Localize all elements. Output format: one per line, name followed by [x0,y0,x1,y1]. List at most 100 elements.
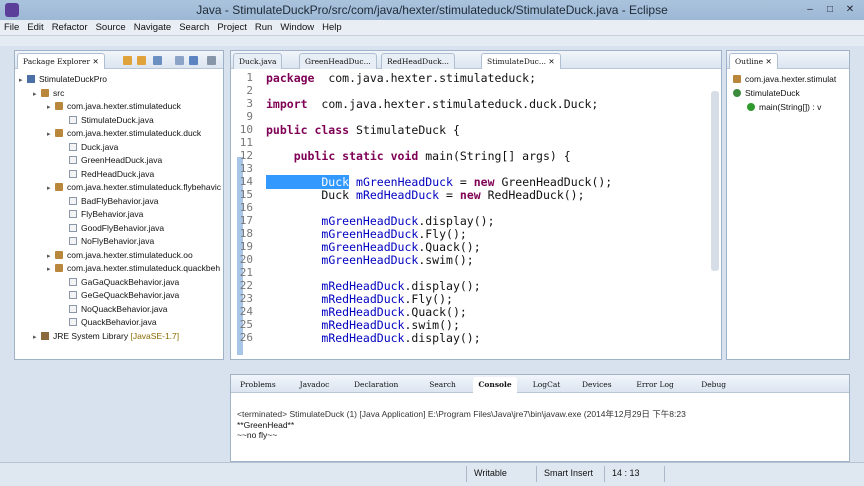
code-token: mRedHeadDuck [321,279,405,293]
java-file-icon [69,169,77,178]
minimize-icon[interactable]: – [802,3,818,16]
outline-item[interactable]: com.java.hexter.stimulat [733,73,836,87]
status-bar: Writable Smart Insert 14 : 13 [0,462,864,486]
title-bar: Java - StimulateDuckPro/src/com/java/hex… [0,0,864,20]
bottom-tab-console[interactable]: Console [473,377,517,393]
bottom-tab-error-log[interactable]: Error Log [631,377,678,393]
tree-item[interactable]: GoodFlyBehavior.java [61,222,164,236]
tree-item[interactable]: ▸ com.java.hexter.stimulateduck.oo [47,249,193,263]
code-editor[interactable]: 1 package com.java.hexter.stimulateduck; 2… [231,69,721,359]
code-token: .display(); [404,331,481,345]
expand-arrow-icon[interactable]: ▸ [47,101,55,115]
menu-help[interactable]: Help [318,20,346,36]
tree-item[interactable]: BadFlyBehavior.java [61,195,159,209]
menu-window[interactable]: Window [276,20,318,36]
outline-item[interactable]: main(String[]) : v [747,101,821,115]
code-line: public static void main(String[] args) { [266,149,571,163]
expand-arrow-icon[interactable]: ▸ [47,250,55,264]
expand-arrow-icon[interactable]: ▸ [47,263,55,277]
tree-item-label: src [53,87,65,98]
tab-package-explorer[interactable]: Package Explorer ✕ [17,53,105,69]
expand-arrow-icon[interactable]: ▸ [19,74,27,88]
code-token: com.java.hexter.stimulateduck.duck.Duck; [307,97,599,111]
bottom-tab-label: Devices [582,380,612,389]
expand-arrow-icon[interactable]: ▸ [47,128,55,142]
tree-item-label: Duck.java [81,141,119,152]
code-token: .Quack(); [418,240,481,254]
tree-item[interactable]: ▸ com.java.hexter.stimulateduck [47,100,181,114]
close-icon[interactable]: ✕ [842,3,858,16]
code-token: RedHeadDuck(); [480,188,585,202]
folder-icon [41,88,49,97]
code-line: import com.java.hexter.stimulateduck.duc… [266,97,598,111]
line-number: 14 [239,175,253,188]
menu-search[interactable]: Search [175,20,213,36]
status-insert-mode: Smart Insert [544,468,594,478]
bottom-tab-javadoc[interactable]: Javadoc [295,377,335,393]
tree-item-label: JRE System Library [53,330,129,341]
back-icon[interactable] [123,56,132,65]
tab-outline[interactable]: Outline ✕ [729,53,778,69]
tree-item[interactable]: RedHeadDuck.java [61,168,154,182]
editor-scrollbar[interactable] [711,91,719,271]
menu-project[interactable]: Project [213,20,251,36]
tree-item[interactable]: GreenHeadDuck.java [61,154,162,168]
close-icon[interactable]: ✕ [546,57,554,66]
menu-refactor[interactable]: Refactor [48,20,92,36]
tree-item[interactable]: GeGeQuackBehavior.java [61,289,179,303]
tree-item[interactable]: Duck.java [61,141,118,155]
line-number: 19 [239,240,253,253]
bottom-tab-problems[interactable]: Problems [235,377,281,393]
outline-item[interactable]: StimulateDuck [733,87,800,101]
code-token: com.java.hexter.stimulateduck; [314,71,537,85]
tree-item[interactable]: ▸ StimulateDuckPro [19,73,107,87]
maximize-icon[interactable]: □ [822,3,838,16]
menu-edit[interactable]: Edit [23,20,47,36]
expand-arrow-icon[interactable]: ▸ [33,331,41,345]
tree-item[interactable]: NoQuackBehavior.java [61,303,167,317]
bottom-tab-declaration[interactable]: Declaration [349,377,403,393]
tree-item[interactable]: StimulateDuck.java [61,114,154,128]
editor-tab[interactable]: RedHeadDuck... [381,53,455,69]
bottom-tab-devices[interactable]: Devices [577,377,617,393]
tree-item[interactable]: ▸ JRE System Library [JavaSE-1.7] [33,330,179,344]
line-number: 23 [239,292,253,305]
editor-tab[interactable]: Duck.java [233,53,283,69]
package-icon [55,102,63,110]
status-cursor-position: 14 : 13 [612,468,640,478]
tree-item[interactable]: QuackBehavior.java [61,316,157,330]
collapse-all-icon[interactable] [175,56,184,65]
tree-item[interactable]: ▸ com.java.hexter.stimulateduck.duck [47,127,201,141]
code-line: Duck mGreenHeadDuck = new GreenHeadDuck(… [266,175,612,189]
bottom-tab-search[interactable]: Search [424,377,461,393]
package-explorer-panel: Package Explorer ✕ ▸ StimulateDuckPro ▸ src… [14,50,224,360]
tree-item[interactable]: ▸ com.java.hexter.stimulateduck.flybehavi… [47,181,221,195]
tree-item[interactable]: GaGaQuackBehavior.java [61,276,179,290]
tree-item-label: StimulateDuck.java [81,114,154,125]
up-icon[interactable] [153,56,162,65]
link-editor-icon[interactable] [189,56,198,65]
editor-tab[interactable]: GreenHeadDuc... [299,53,377,69]
tree-item[interactable]: ▸ src [33,87,64,101]
bottom-tab-logcat[interactable]: LogCat [528,377,566,393]
menu-file[interactable]: File [0,20,23,36]
forward-icon[interactable] [137,56,146,65]
expand-arrow-icon[interactable]: ▸ [33,88,41,102]
bottom-tab-debug[interactable]: Debug [696,377,731,393]
editor-tab[interactable]: StimulateDuc... ✕ [481,53,561,69]
expand-arrow-icon[interactable]: ▸ [47,182,55,196]
bottom-tab-label: Debug [701,380,727,389]
view-menu-icon[interactable] [207,56,216,65]
line-number: 25 [239,318,253,331]
tree-item[interactable]: ▸ com.java.hexter.stimulateduck.quackbeh [47,262,220,276]
tree-item[interactable]: NoFlyBehavior.java [61,235,154,249]
menu-run[interactable]: Run [251,20,276,36]
menu-source[interactable]: Source [92,20,130,36]
code-line: mRedHeadDuck.display(); [266,279,480,293]
tree-item[interactable]: FlyBehavior.java [61,208,143,222]
console-output[interactable]: <terminated> StimulateDuck (1) [Java App… [231,397,849,461]
menu-navigate[interactable]: Navigate [130,20,176,36]
outline-item-label: StimulateDuck [745,88,800,98]
